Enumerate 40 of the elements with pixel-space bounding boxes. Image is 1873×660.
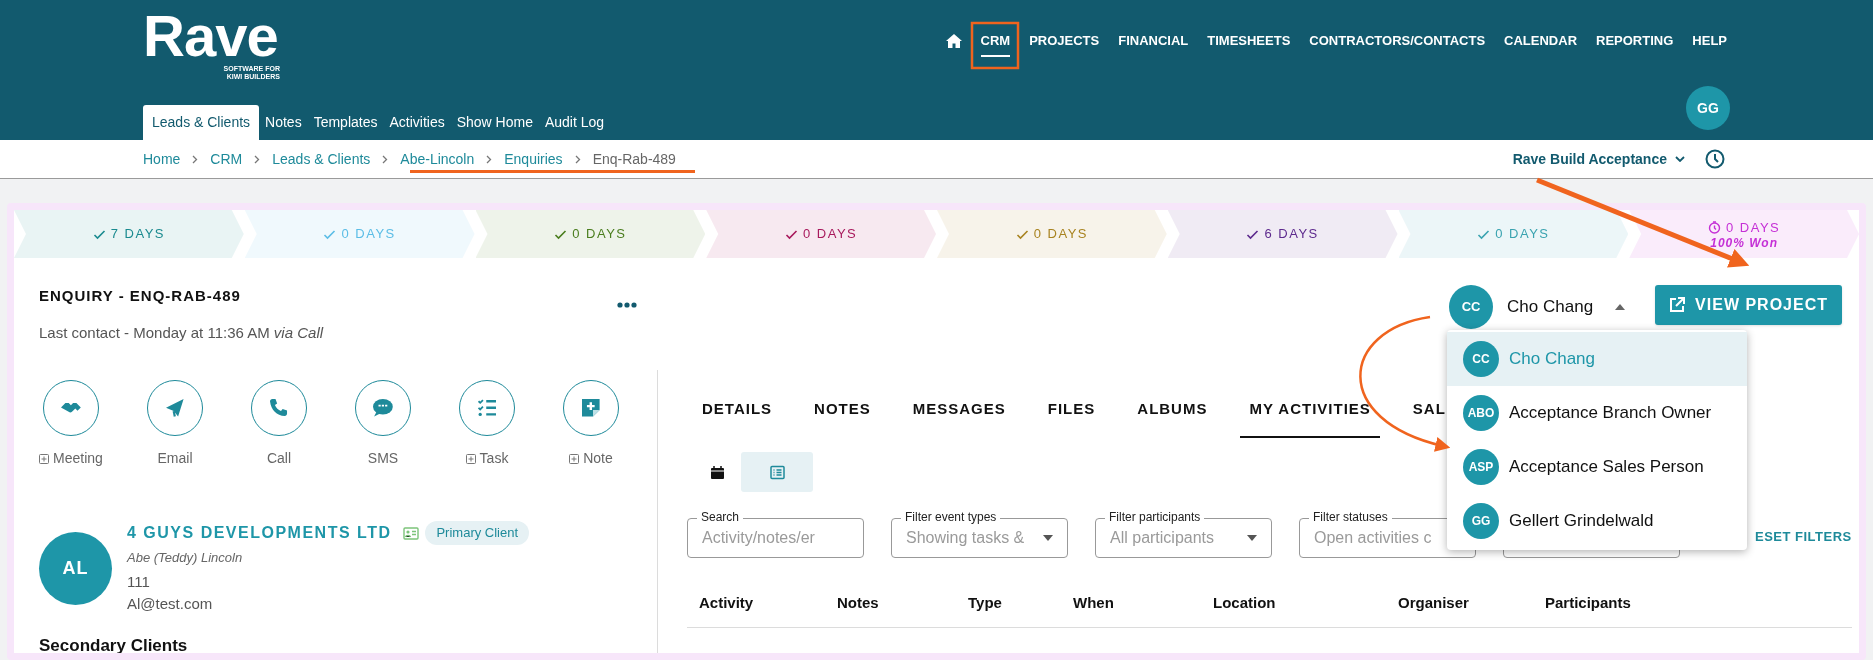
stage-duration: 6 DAYS	[1264, 225, 1319, 244]
action-label: Meeting	[53, 449, 103, 468]
field-label: Search	[697, 510, 744, 524]
phone-number: 111	[127, 571, 151, 592]
column-header: Participants	[1544, 593, 1632, 613]
stage-duration: 0 DAYS	[1033, 225, 1088, 244]
stage-status: 100% Won	[1710, 237, 1778, 251]
action-label: Email	[157, 449, 193, 468]
email-address: Al@test.com	[127, 594, 214, 614]
column-header: Location	[1212, 593, 1277, 613]
column-header: Notes	[836, 593, 880, 613]
logo-wordmark: Rave	[143, 10, 278, 62]
stage-duration: 0 DAYS	[572, 225, 627, 244]
last-contact-text: Last contact - Monday at 11:36 AM via Call	[39, 322, 324, 343]
contact-name: Abe (Teddy) Lincoln	[127, 549, 244, 567]
breadcrumb-current: Enq-Rab-489	[592, 149, 676, 169]
column-header: Activity	[698, 593, 755, 613]
column-header: Type	[967, 593, 1003, 613]
user-avatar: ASP	[1463, 449, 1499, 485]
stage-duration: 0 DAYS	[803, 225, 858, 244]
stage-duration: 0 DAYS	[341, 225, 396, 244]
primary-client-badge: Primary Client	[425, 521, 530, 545]
field-label: Filter statuses	[1309, 510, 1392, 524]
user-avatar: CC	[1449, 285, 1494, 329]
enquiry-title: ENQUIRY - ENQ-RAB-489	[39, 286, 242, 306]
user-avatar: ABO	[1463, 395, 1499, 431]
user-avatar: CC	[1463, 341, 1499, 377]
client-avatar: AL	[39, 531, 112, 605]
user-avatar: GG	[1463, 503, 1499, 539]
stage-duration: 0 DAYS	[1726, 218, 1781, 237]
field-label: Filter event types	[901, 510, 1001, 524]
action-label: SMS	[367, 449, 399, 468]
action-label: Task	[479, 449, 509, 468]
stage-duration: 7 DAYS	[110, 225, 165, 244]
column-header: Organiser	[1397, 593, 1470, 613]
column-header: When	[1072, 593, 1115, 613]
field-label: Filter participants	[1105, 510, 1205, 524]
action-label: Call	[266, 449, 292, 468]
stage-duration: 0 DAYS	[1495, 225, 1550, 244]
action-label: Note	[583, 449, 613, 468]
